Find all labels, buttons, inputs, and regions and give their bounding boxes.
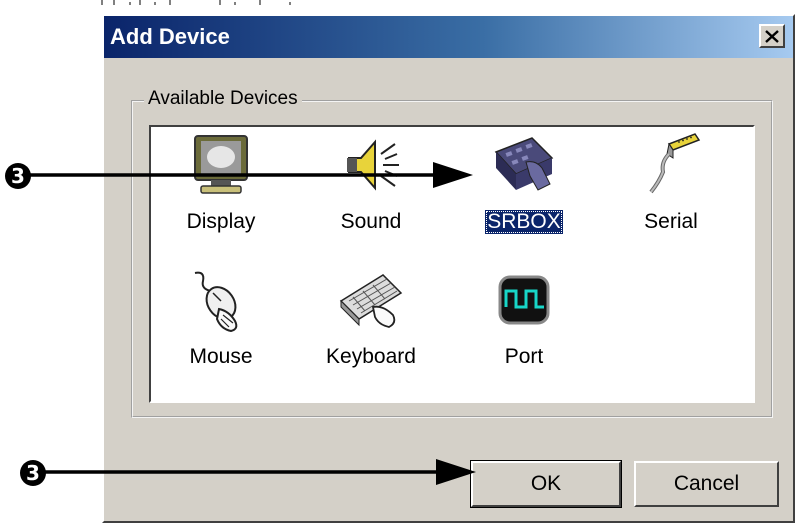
keyboard-icon [339,274,403,328]
device-label: Sound [340,210,402,233]
port-icon [498,275,550,325]
add-device-dialog: Add Device Available Devices Display Sou… [102,14,795,523]
close-button[interactable] [759,24,785,48]
callout-marker-ok: 3 [20,460,46,486]
group-label: Available Devices [144,88,302,110]
device-label: Keyboard [326,345,416,368]
device-label: Serial [644,210,698,233]
device-label: Display [186,210,256,233]
device-label: Mouse [189,345,253,368]
device-keyboard[interactable]: Keyboard [311,267,431,387]
callout-arrow-srbox [28,162,473,188]
srbox-icon [494,137,554,191]
dialog-title: Add Device [110,24,230,49]
device-sound[interactable]: Sound [311,132,431,252]
device-srbox[interactable]: SRBOX [464,132,584,252]
mouse-icon [194,271,238,333]
cropped-text-fragment [101,0,291,5]
device-label: Port [504,345,544,368]
callout-arrow-ok [44,459,476,485]
title-bar[interactable]: Add Device [104,16,793,58]
device-label: SRBOX [485,210,563,234]
cancel-button[interactable]: Cancel [634,461,779,507]
close-x-icon [765,29,779,43]
device-mouse[interactable]: Mouse [161,267,281,387]
device-display[interactable]: Display [161,132,281,252]
serial-cable-icon [649,133,701,194]
device-serial[interactable]: Serial [611,132,731,252]
device-port[interactable]: Port [464,267,584,387]
ok-button[interactable]: OK [470,460,622,508]
